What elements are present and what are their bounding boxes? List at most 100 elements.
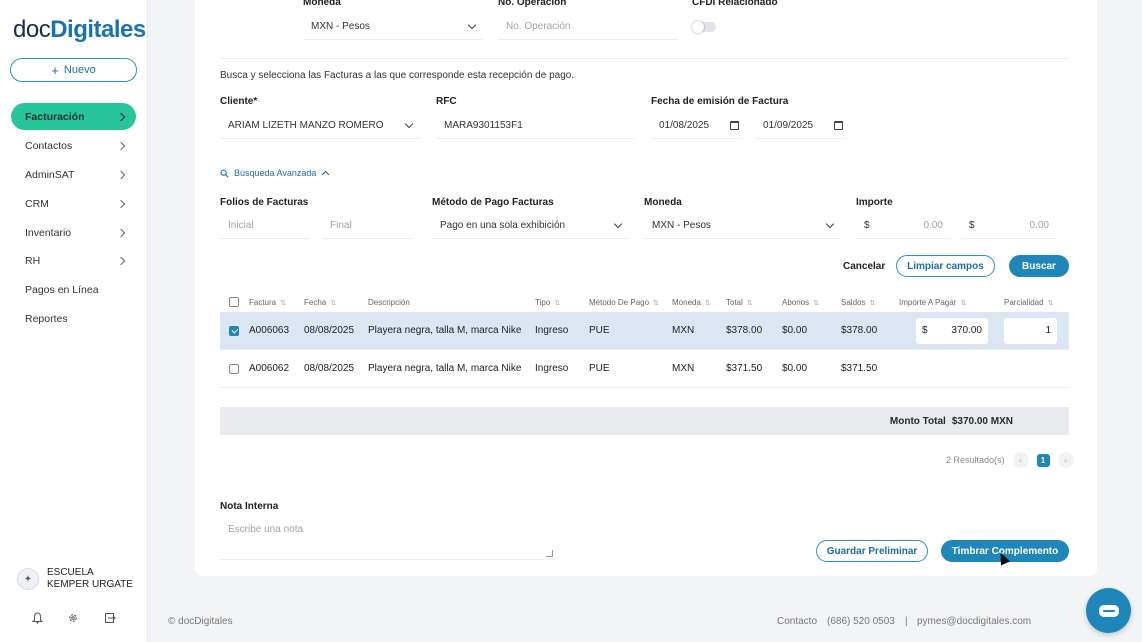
importe-max-value: 0.00 (1029, 220, 1049, 231)
folio-inicial-input[interactable]: Inicial (220, 213, 310, 239)
app-logo[interactable]: docDigitales (13, 16, 146, 44)
currency-symbol: $ (922, 325, 928, 336)
new-button-label: Nuevo (63, 64, 96, 76)
column-fecha[interactable]: Fecha (304, 298, 368, 307)
cell-moneda: MXN (672, 363, 695, 374)
chat-button[interactable] (1086, 588, 1131, 633)
total-value: $370.00 MXN (951, 415, 1013, 427)
cancel-button[interactable]: Cancelar (843, 261, 885, 272)
plus-icon: + (51, 62, 59, 78)
row-checkbox[interactable] (229, 363, 239, 374)
bell-icon[interactable] (31, 612, 44, 627)
metodo-value: Pago en una sola exhibición (440, 220, 566, 231)
note-textarea[interactable]: Escribe una nota (220, 518, 555, 560)
column-moneda[interactable]: Moneda (672, 298, 726, 307)
fecha-hasta-input[interactable]: 01/09/2025 (755, 113, 847, 139)
sidebar: docDigitales + Nuevo Facturación Contact… (0, 0, 148, 642)
column-tipo[interactable]: Tipo (535, 298, 589, 307)
chevron-right-icon (116, 170, 126, 180)
cell-descripcion: Playera negra, talla M, marca Nike (368, 325, 522, 336)
sidebar-item-facturacion[interactable]: Facturación (11, 103, 136, 130)
page-footer: © docDigitales Contacto (686) 520 0503 |… (148, 600, 1142, 642)
column-parcialidad[interactable]: Parcialidad (1004, 298, 1064, 307)
sidebar-item-contactos[interactable]: Contactos (11, 132, 136, 161)
column-total[interactable]: Total (726, 298, 782, 307)
rfc-label: RFC (436, 96, 457, 107)
folio-final-placeholder: Final (330, 220, 352, 231)
sidebar-item-crm[interactable]: CRM (11, 189, 136, 218)
chevron-right-icon (116, 257, 126, 266)
organization-avatar: ✦ (17, 568, 39, 590)
cliente-select[interactable]: ARIAM LIZETH MANZO ROMERO (220, 113, 420, 139)
moneda-filter-select[interactable]: MXN - Pesos (644, 213, 841, 239)
sidebar-item-pagos-en-linea[interactable]: Pagos en Línea (11, 276, 136, 305)
cfdi-toggle[interactable] (692, 21, 716, 33)
advanced-search-label: Búsqueda Avanzada (234, 168, 317, 178)
new-button[interactable]: + Nuevo (10, 58, 137, 82)
importe-min-input[interactable]: $ 0.00 (856, 213, 951, 239)
sidebar-item-label: CRM (25, 197, 49, 210)
importe-a-pagar-input[interactable]: $ 370.00 (916, 317, 988, 344)
payment-complement-form: Moneda MXN - Pesos No. Operación No. Ope… (195, 0, 1097, 576)
cell-abonos: $0.00 (782, 363, 808, 374)
calendar-icon[interactable] (834, 121, 843, 130)
column-abonos[interactable]: Abonos (782, 298, 841, 307)
contact-email[interactable]: pymes@docdigitales.com (917, 616, 1031, 627)
folios-label: Folios de Facturas (220, 197, 309, 208)
column-importe[interactable]: Importe A Pagar (899, 298, 1004, 307)
next-page-icon[interactable]: › (1057, 452, 1074, 468)
sidebar-item-adminsat[interactable]: AdminSAT (11, 161, 136, 190)
column-saldos[interactable]: Saldos (841, 298, 899, 307)
resize-handle-icon[interactable] (546, 550, 553, 557)
logout-icon[interactable] (104, 612, 116, 627)
chevron-right-icon (116, 112, 126, 121)
advanced-search-toggle[interactable]: Búsqueda Avanzada (220, 168, 330, 178)
chevron-right-icon (116, 199, 126, 209)
row-checkbox[interactable] (229, 325, 239, 336)
search-button[interactable]: Buscar (1009, 255, 1069, 277)
cell-fecha: 08/08/2025 (304, 325, 355, 336)
clear-fields-button[interactable]: Limpiar campos (896, 255, 995, 277)
metodo-select[interactable]: Pago en una sola exhibición (432, 213, 629, 239)
cell-moneda: MXN (672, 325, 695, 336)
moneda-select[interactable]: MXN - Pesos (303, 14, 483, 40)
column-factura[interactable]: Factura (249, 298, 304, 307)
fecha-desde-value: 01/08/2025 (659, 120, 710, 131)
note-placeholder: Escribe una nota (228, 524, 304, 535)
contact-label: Contacto (777, 615, 818, 627)
organization-selector[interactable]: ✦ ESCUELA KEMPER URGATE (17, 567, 137, 591)
search-instructions: Busca y selecciona las Facturas a las qu… (220, 70, 575, 81)
cell-factura: A006063 (249, 325, 290, 336)
column-metodo[interactable]: Método De Pago (589, 298, 672, 307)
cell-abonos: $0.00 (782, 325, 808, 336)
parcialidad-input[interactable]: 1 (1004, 317, 1057, 344)
sidebar-item-reportes[interactable]: Reportes (11, 305, 136, 334)
results-count: 2 Resultado(s) (946, 455, 1005, 465)
page-1-button[interactable]: 1 (1036, 453, 1050, 467)
save-preliminary-button[interactable]: Guardar Preliminar (816, 540, 928, 562)
calendar-icon[interactable] (730, 121, 739, 130)
table-row[interactable]: A006062 08/08/2025 Playera negra, talla … (220, 350, 1069, 388)
currency-symbol: $ (969, 220, 975, 231)
gear-icon[interactable] (67, 612, 79, 627)
column-descripcion: Descripción (368, 297, 410, 307)
operacion-input[interactable]: No. Operación (498, 14, 678, 40)
table-header: Factura Fecha Descripción Tipo Método De… (220, 292, 1069, 312)
importe-a-pagar-value: 370.00 (951, 325, 982, 336)
organization-name: ESCUELA KEMPER URGATE (47, 567, 133, 590)
sidebar-item-inventario[interactable]: Inventario (11, 218, 136, 247)
moneda-filter-value: MXN - Pesos (652, 220, 711, 231)
prev-page-icon[interactable]: ‹ (1012, 452, 1029, 468)
table-row[interactable]: A006063 08/08/2025 Playera negra, talla … (220, 312, 1069, 350)
fecha-desde-input[interactable]: 01/08/2025 (651, 113, 743, 139)
cell-tipo: Ingreso (535, 325, 569, 336)
moneda-filter-label: Moneda (644, 197, 682, 208)
select-all-checkbox[interactable] (229, 297, 239, 307)
importe-max-input[interactable]: $ 0.00 (961, 213, 1057, 239)
cell-tipo: Ingreso (535, 363, 569, 374)
rfc-input[interactable]: MARA9301153F1 (436, 113, 634, 139)
cell-factura: A006062 (249, 363, 290, 374)
folio-final-input[interactable]: Final (322, 213, 412, 239)
sidebar-item-rh[interactable]: RH (11, 247, 136, 276)
contact-phone[interactable]: (686) 520 0503 (827, 616, 895, 627)
